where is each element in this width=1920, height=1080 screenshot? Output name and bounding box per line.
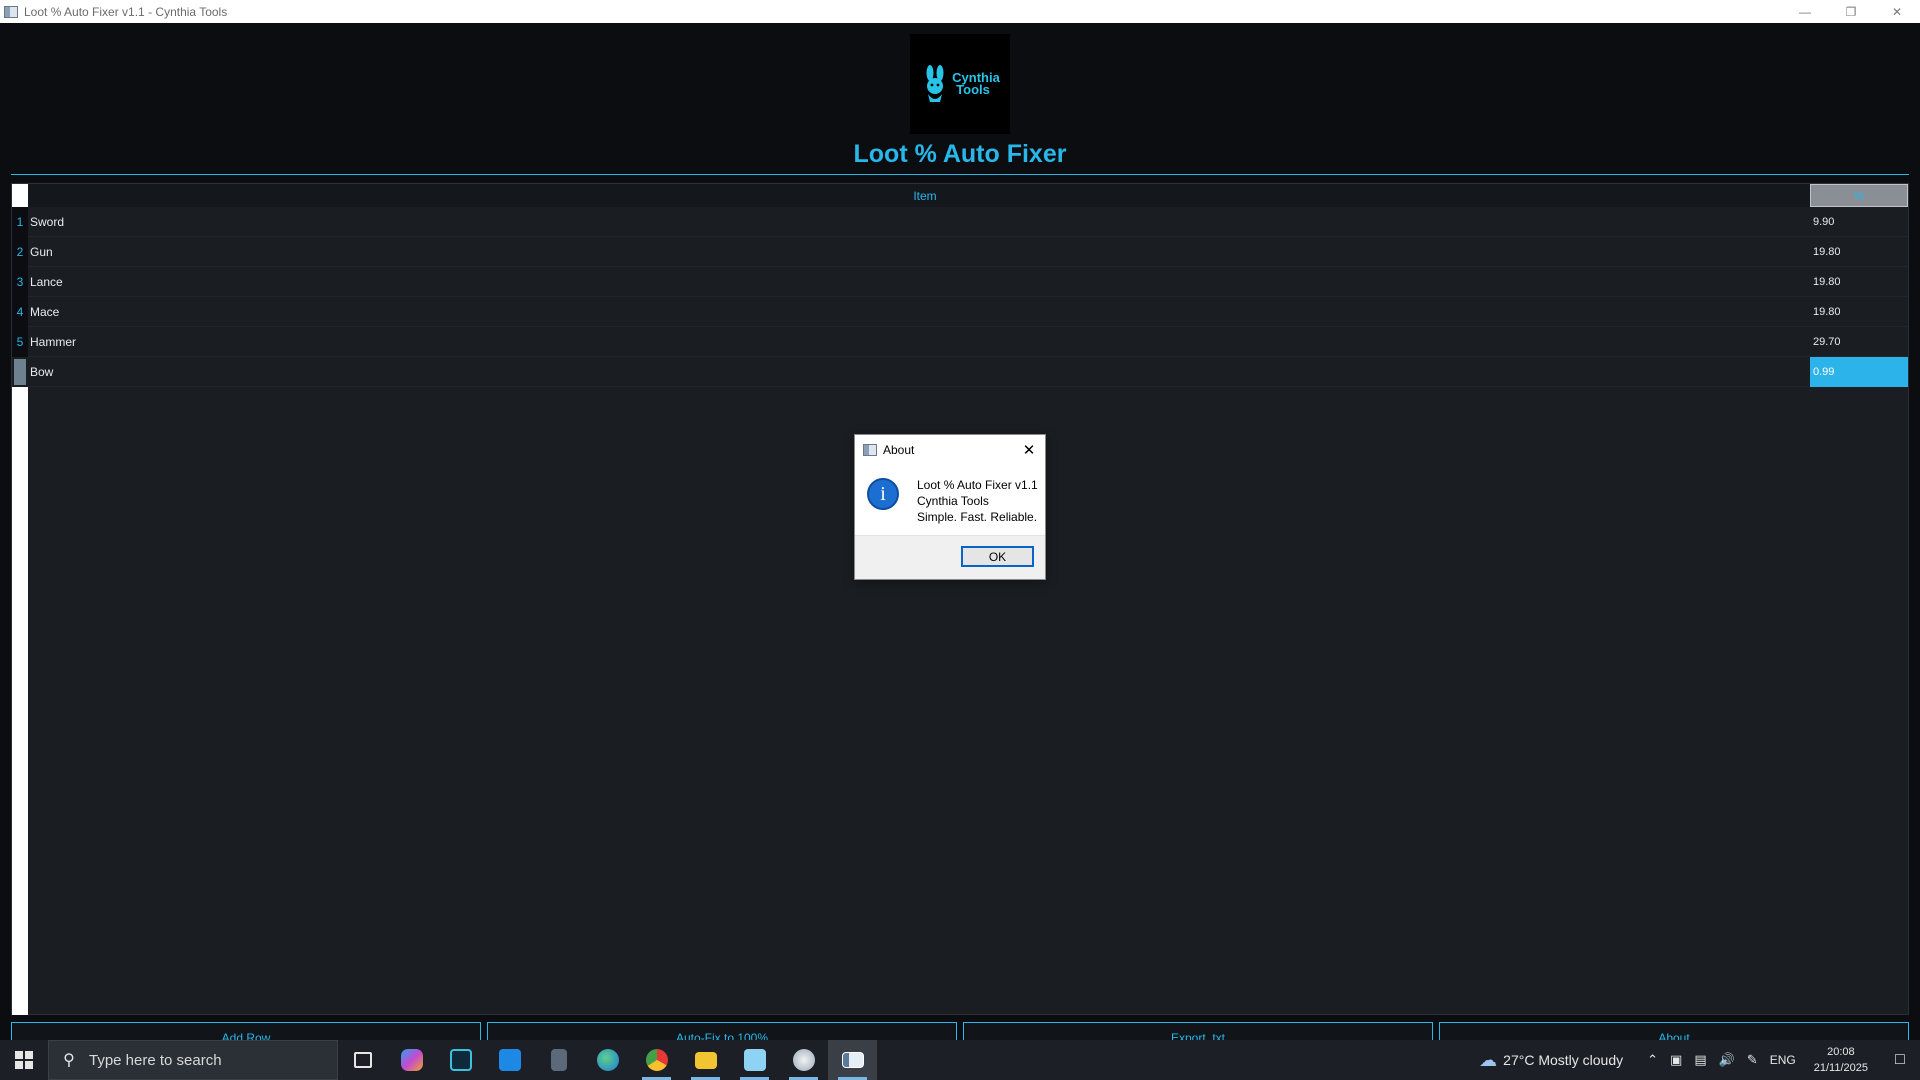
dialog-line-company: Cynthia Tools <box>917 494 989 508</box>
terminal-icon <box>449 1049 472 1071</box>
search-placeholder: Type here to search <box>89 1051 222 1069</box>
volume-icon[interactable]: 🔊 <box>1719 1052 1735 1068</box>
info-icon: i <box>867 478 899 510</box>
percent-cell-editing[interactable]: 0.99 <box>1810 357 1908 387</box>
dialog-titlebar: About <box>855 435 1045 465</box>
page-title: Loot % Auto Fixer <box>853 140 1067 168</box>
window-title: Loot % Auto Fixer v1.1 - Cynthia Tools <box>24 4 228 19</box>
item-cell[interactable]: Sword <box>30 207 64 237</box>
table-row-selected[interactable]: 6 Bow 0.99 <box>12 357 1908 387</box>
taskbar-app-calculator[interactable] <box>534 1040 583 1080</box>
item-cell[interactable]: Mace <box>30 297 59 327</box>
item-cell[interactable]: Bow <box>30 357 53 387</box>
notepad-icon <box>743 1049 766 1071</box>
taskbar-app-loot-fixer[interactable] <box>828 1040 877 1080</box>
loot-fixer-icon <box>841 1052 864 1068</box>
row-number[interactable]: 1 <box>12 207 28 237</box>
chrome-icon <box>645 1049 668 1071</box>
taskbar-app-notepad[interactable] <box>730 1040 779 1080</box>
close-icon[interactable]: ✕ <box>1019 440 1039 460</box>
row-number[interactable]: 3 <box>12 267 28 297</box>
percent-cell[interactable]: 19.80 <box>1810 237 1908 267</box>
cynthia-tools-logo: Cynthia Tools <box>910 34 1010 134</box>
minimize-button[interactable]: — <box>1782 0 1828 23</box>
edge-icon <box>596 1049 619 1071</box>
dialog-line-tagline: Simple. Fast. Reliable. <box>917 510 1038 524</box>
window-controls: — ❐ ✕ <box>1782 0 1920 23</box>
window-titlebar: Loot % Auto Fixer v1.1 - Cynthia Tools —… <box>0 0 1920 23</box>
table-row[interactable]: 3 Lance 19.80 <box>12 267 1908 297</box>
folder-icon <box>694 1051 717 1069</box>
taskbar-app-copilot[interactable] <box>387 1040 436 1080</box>
row-number[interactable]: 5 <box>12 327 28 357</box>
taskbar-app-terminal[interactable] <box>436 1040 485 1080</box>
dialog-line-app: Loot % Auto Fixer v1.1 <box>917 478 1038 492</box>
loot-table[interactable]: Item % 1 Sword 9.90 2 Gun 19.80 3 Lance … <box>11 183 1909 1015</box>
table-corner[interactable] <box>12 184 28 207</box>
row-number[interactable]: 6 <box>12 357 28 387</box>
weather-text: 27°C Mostly cloudy <box>1503 1052 1624 1068</box>
weather-widget[interactable]: ☁ 27°C Mostly cloudy <box>1479 1050 1623 1071</box>
clock-time: 20:08 <box>1827 1046 1855 1058</box>
taskbar-search[interactable]: ⚲ Type here to search <box>48 1040 338 1080</box>
dialog-title: About <box>883 443 915 457</box>
ok-button[interactable]: OK <box>961 546 1034 567</box>
table-row[interactable]: 1 Sword 9.90 <box>12 207 1908 237</box>
search-icon: ⚲ <box>63 1052 75 1069</box>
row-number[interactable]: 2 <box>12 237 28 267</box>
about-dialog: About ✕ i Loot % Auto Fixer v1.1 Cynthia… <box>854 434 1046 580</box>
clock[interactable]: 20:08 21/11/2025 <box>1814 1044 1868 1076</box>
app-icon <box>4 5 18 18</box>
task-view-icon <box>353 1052 372 1068</box>
percent-cell[interactable]: 29.70 <box>1810 327 1908 357</box>
start-button[interactable] <box>0 1040 48 1080</box>
pen-icon[interactable]: ✎ <box>1747 1052 1758 1068</box>
logo-text-line2: Tools <box>956 82 990 97</box>
store-icon <box>498 1049 521 1071</box>
table-row[interactable]: 5 Hammer 29.70 <box>12 327 1908 357</box>
system-tray: ☁ 27°C Mostly cloudy ⌃ ▣ ▤ 🔊 ✎ ENG 20:08… <box>1479 1040 1920 1080</box>
item-cell[interactable]: Hammer <box>30 327 76 357</box>
language-indicator[interactable]: ENG <box>1770 1053 1796 1067</box>
taskbar-app-store[interactable] <box>485 1040 534 1080</box>
taskbar-app-explorer[interactable] <box>681 1040 730 1080</box>
dialog-body: i Loot % Auto Fixer v1.1 Cynthia Tools S… <box>855 465 1045 535</box>
dialog-app-icon <box>863 444 877 456</box>
taskbar-app-chrome[interactable] <box>632 1040 681 1080</box>
bunny-icon <box>926 65 944 102</box>
taskbar-app-edge[interactable] <box>583 1040 632 1080</box>
table-row[interactable]: 4 Mace 19.80 <box>12 297 1908 327</box>
paint-icon <box>792 1049 815 1071</box>
chevron-up-icon[interactable]: ⌃ <box>1647 1052 1658 1068</box>
percent-cell[interactable]: 9.90 <box>1810 207 1908 237</box>
notification-icon[interactable]: □ <box>1880 1051 1920 1069</box>
dialog-footer: OK <box>855 535 1045 579</box>
table-row[interactable]: 2 Gun 19.80 <box>12 237 1908 267</box>
percent-cell[interactable]: 19.80 <box>1810 297 1908 327</box>
copilot-icon <box>400 1049 423 1071</box>
column-header-item[interactable]: Item <box>29 184 1821 207</box>
percent-cell[interactable]: 19.80 <box>1810 267 1908 297</box>
title-divider <box>11 174 1909 175</box>
row-number[interactable]: 4 <box>12 297 28 327</box>
item-cell[interactable]: Lance <box>30 267 63 297</box>
close-button[interactable]: ✕ <box>1874 0 1920 23</box>
restore-button[interactable]: ❐ <box>1828 0 1874 23</box>
cloud-icon: ☁ <box>1479 1049 1498 1070</box>
windows-logo-icon <box>15 1051 33 1069</box>
column-header-percent[interactable]: % <box>1810 184 1908 207</box>
network-icon[interactable]: ▤ <box>1694 1052 1706 1068</box>
item-cell[interactable]: Gun <box>30 237 53 267</box>
meet-now-icon[interactable]: ▣ <box>1670 1052 1682 1068</box>
windows-taskbar: ⚲ Type here to search ☁ 27°C Mostly clou… <box>0 1040 1920 1080</box>
taskbar-app-paint[interactable] <box>779 1040 828 1080</box>
calculator-icon <box>550 1049 567 1071</box>
clock-date: 21/11/2025 <box>1813 1062 1868 1074</box>
task-view-button[interactable] <box>338 1040 387 1080</box>
